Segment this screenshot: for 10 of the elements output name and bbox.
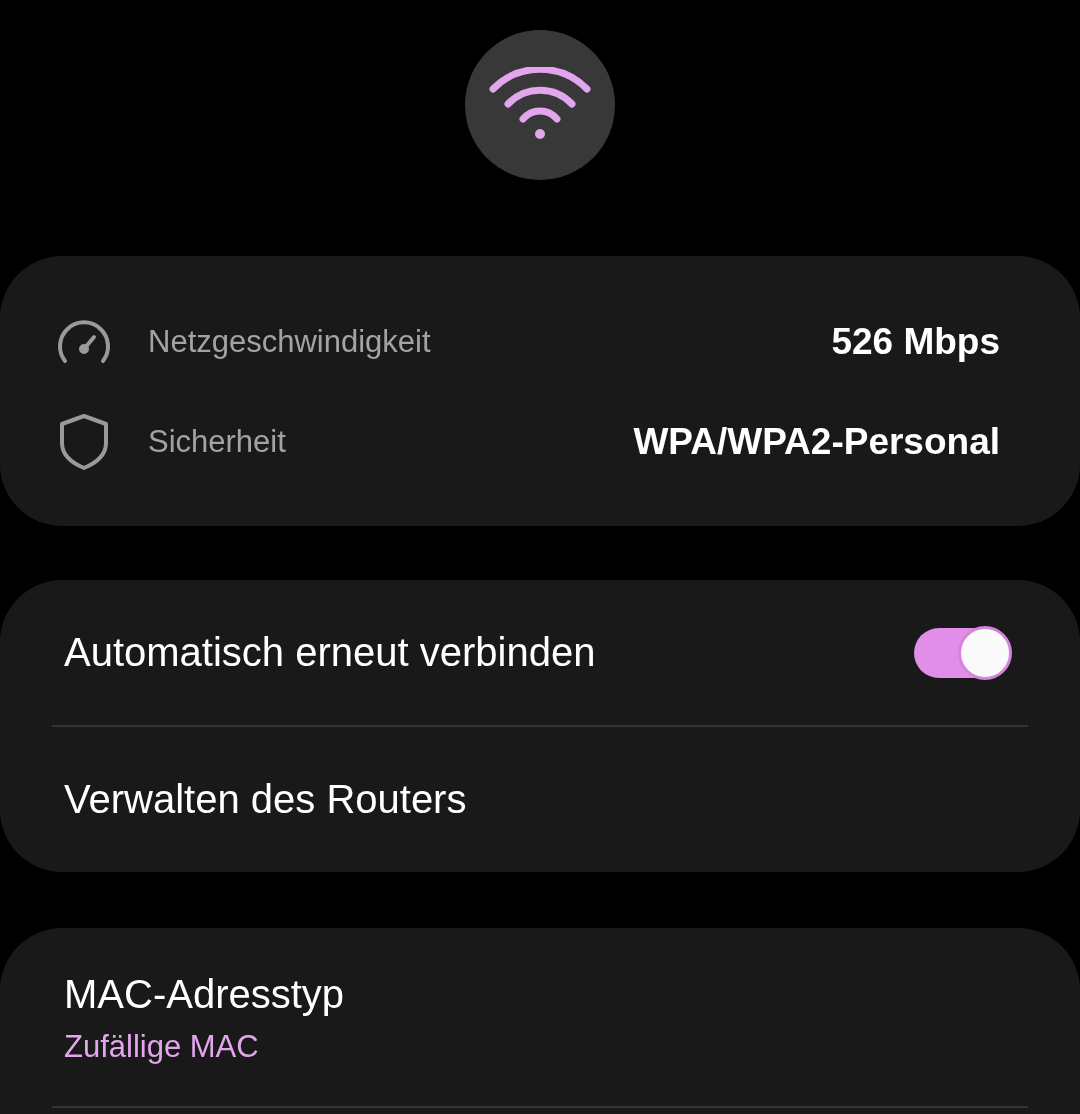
setting-label: Automatisch erneut verbinden [64,630,597,675]
info-label: Sicherheit [148,424,287,460]
mac-type-item[interactable]: MAC-Adresstyp Zufällige MAC [0,972,1080,1106]
shield-icon [58,413,110,471]
info-label: Netzgeschwindigkeit [148,324,432,360]
info-value: WPA/WPA2-Personal [633,421,1000,463]
router-settings-link[interactable]: Verwalten des Routers [64,777,467,822]
speedometer-icon [55,319,113,365]
toggle-switch[interactable] [914,627,1010,678]
info-value: 526 Mbps [831,321,1000,363]
